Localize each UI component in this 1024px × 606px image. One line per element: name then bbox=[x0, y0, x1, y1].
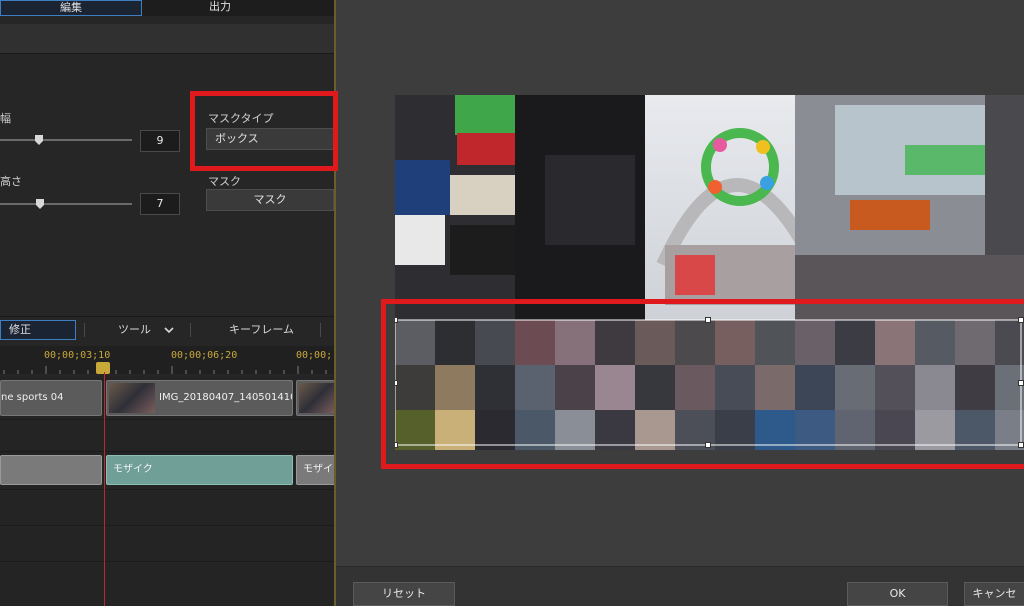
mask-label: マスク bbox=[208, 175, 241, 188]
video-clip-1[interactable]: ne sports 04 bbox=[0, 380, 102, 416]
highlight-box-mosaic bbox=[381, 299, 1024, 469]
width-value-field[interactable]: 9 bbox=[140, 130, 180, 152]
clip-label: ne sports 04 bbox=[1, 392, 64, 403]
tool-menu[interactable]: ツール bbox=[118, 321, 151, 339]
mask-button[interactable]: マスク bbox=[206, 189, 334, 211]
width-slider-track[interactable] bbox=[0, 139, 132, 141]
empty-track bbox=[0, 562, 334, 606]
ruler-timecode-1: 00;00;03;10 bbox=[44, 350, 111, 361]
clip-label: IMG_20180407_140501410 bbox=[159, 392, 293, 403]
timeline-toolbar: 修正 ツール キーフレーム bbox=[0, 316, 334, 342]
height-slider-track[interactable] bbox=[0, 203, 132, 205]
mosaic-effect-clip-2[interactable]: モザイク bbox=[296, 455, 334, 485]
clip-thumbnail bbox=[109, 383, 155, 413]
ruler-timecode-3: 00;00; bbox=[296, 350, 333, 361]
width-label: 幅 bbox=[0, 112, 11, 125]
video-clip-3[interactable] bbox=[296, 380, 334, 416]
height-value-field[interactable]: 7 bbox=[140, 193, 180, 215]
tab-output[interactable]: 出力 bbox=[160, 0, 280, 16]
empty-track bbox=[0, 526, 334, 562]
empty-track bbox=[0, 490, 334, 526]
playhead-handle[interactable] bbox=[96, 362, 110, 374]
panel-subheader bbox=[0, 24, 334, 54]
toolbar-separator bbox=[84, 323, 85, 337]
chevron-down-icon[interactable] bbox=[163, 321, 175, 339]
playhead-line bbox=[104, 372, 105, 606]
width-slider-thumb[interactable] bbox=[35, 135, 43, 145]
empty-track bbox=[0, 420, 334, 452]
reset-button[interactable]: リセット bbox=[353, 582, 455, 606]
tab-bar: 編集 出力 bbox=[0, 0, 334, 16]
toolbar-separator bbox=[320, 323, 321, 337]
video-track: ne sports 04 IMG_20180407_140501410 bbox=[0, 376, 334, 420]
effect-clip-0[interactable] bbox=[0, 455, 102, 485]
cancel-button[interactable]: キャンセ bbox=[964, 582, 1024, 606]
fix-button[interactable]: 修正 bbox=[0, 320, 76, 340]
highlight-box-mask-type bbox=[190, 91, 338, 171]
keyframe-button[interactable]: キーフレーム bbox=[229, 321, 294, 339]
height-slider-thumb[interactable] bbox=[36, 199, 44, 209]
clip-thumbnail bbox=[299, 383, 334, 413]
height-label: 高さ bbox=[0, 175, 22, 188]
tab-edit[interactable]: 編集 bbox=[0, 0, 142, 16]
effect-track: モザイク モザイク bbox=[0, 452, 334, 490]
ruler-timecode-2: 00;00;06;20 bbox=[171, 350, 238, 361]
mosaic-effect-clip[interactable]: モザイク bbox=[106, 455, 293, 485]
video-clip-2[interactable]: IMG_20180407_140501410 bbox=[106, 380, 293, 416]
ruler-ticks bbox=[3, 366, 327, 374]
ok-button[interactable]: OK bbox=[847, 582, 948, 606]
timeline-ruler[interactable]: 00;00;03;10 00;00;06;20 00;00; bbox=[0, 346, 334, 374]
toolbar-separator bbox=[190, 323, 191, 337]
